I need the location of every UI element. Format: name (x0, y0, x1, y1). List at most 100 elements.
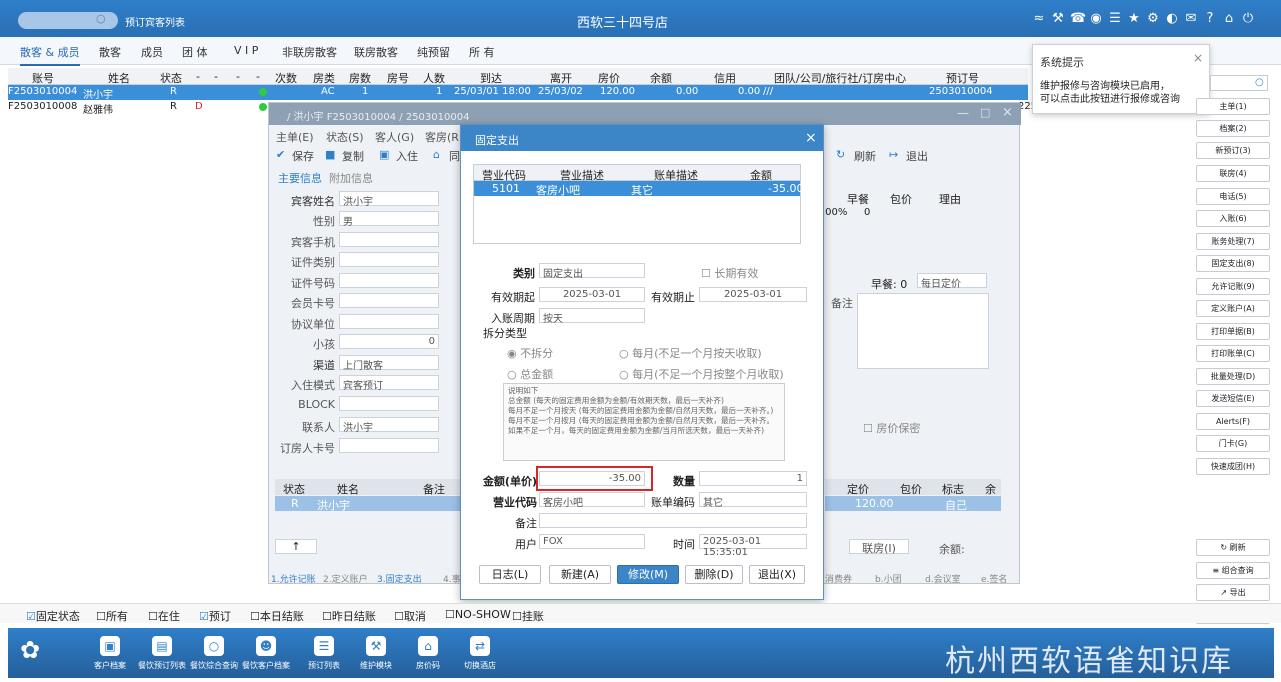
define-account-button[interactable]: 定义账户(A) (1196, 300, 1270, 317)
checkbox-cancel[interactable]: ☐取消 (394, 608, 426, 624)
col-header[interactable]: 离开 (550, 70, 572, 86)
member-card-select[interactable] (339, 293, 439, 308)
radio-monthly-by-day[interactable]: ○ 每月(不足一个月按天收取) (619, 345, 762, 361)
delete-button[interactable]: 删除(D) (685, 565, 743, 584)
close-icon[interactable]: × (1193, 51, 1203, 65)
home-icon[interactable]: ⌂ (1222, 12, 1236, 26)
same-button[interactable]: 同 (449, 148, 460, 164)
tab-group[interactable]: 团 体 (182, 44, 208, 60)
children-field[interactable]: 0 (339, 334, 439, 349)
fixed-charge-button[interactable]: 固定支出(8) (1196, 255, 1270, 272)
print-bill-button[interactable]: 打印账单(C) (1196, 345, 1270, 362)
launcher-rate-code[interactable]: ⌂ 房价码 (398, 636, 458, 671)
checkin-button[interactable]: 入住 (396, 148, 418, 164)
contact-field[interactable]: 洪小宇 (339, 417, 439, 434)
col-header[interactable]: 次数 (275, 70, 297, 86)
tab-members[interactable]: 成员 (141, 44, 163, 60)
members-row[interactable]: R 洪小宇 (275, 496, 461, 512)
col-header[interactable]: 余额 (650, 70, 672, 86)
menu-guest[interactable]: 客人(G) (375, 129, 414, 145)
tab-subgroup[interactable]: b.小团 (875, 572, 902, 585)
export-button[interactable]: ↗ 导出 (1196, 584, 1270, 601)
tab-all[interactable]: 所 有 (469, 44, 495, 60)
company-select[interactable] (339, 314, 439, 329)
exit-button[interactable]: 退出(X) (749, 565, 805, 584)
menu-room[interactable]: 客房(R (425, 129, 459, 145)
checkbox-in-house[interactable]: ☐在住 (148, 608, 180, 624)
tab-linked[interactable]: 联房散客 (354, 44, 398, 60)
radio-no-split[interactable]: ◉ 不拆分 (507, 345, 553, 361)
channel-select[interactable]: 上门散客 (339, 355, 439, 372)
booker-card-select[interactable] (339, 438, 439, 453)
copy-button[interactable]: 复制 (342, 148, 364, 164)
col-header[interactable]: 账号 (32, 70, 54, 86)
col-package[interactable]: 包价 (890, 191, 912, 207)
checkbox-fixed-status[interactable]: ☑固定状态 (26, 608, 80, 624)
help-icon[interactable]: ? (1203, 12, 1217, 26)
launcher-dining-customer[interactable]: ☻ 餐饮客户档案 (236, 636, 296, 671)
new-button[interactable]: 新建(A) (549, 565, 611, 584)
table-row[interactable]: 5101 客房小吧 其它 -35.00 (474, 181, 803, 197)
quantity-field[interactable]: 1 (699, 471, 807, 486)
mobile-field[interactable] (339, 232, 439, 247)
col-breakfast[interactable]: 早餐 (847, 191, 869, 207)
tab-meeting[interactable]: d.会议室 (925, 572, 961, 585)
daily-rate-button[interactable]: 每日定价 (917, 273, 987, 290)
cycle-select[interactable]: 按天 (539, 308, 645, 325)
minimize-icon[interactable]: — (957, 106, 969, 120)
tab-define-account[interactable]: 2.定义账户 (323, 572, 368, 585)
star-icon[interactable]: ★ (1127, 12, 1141, 26)
tab-reserve-only[interactable]: 纯预留 (417, 44, 450, 60)
post-button[interactable]: 入账(6) (1196, 210, 1270, 227)
phone-icon[interactable]: ☎ (1070, 12, 1086, 26)
col-header[interactable]: 到达 (480, 70, 502, 86)
refresh-button[interactable]: ↻ 刷新 (1196, 539, 1270, 556)
bill-code-select[interactable]: 其它 (699, 492, 807, 509)
power-icon[interactable]: ⏻ (1241, 12, 1255, 26)
radio-total[interactable]: ○ 总金额 (507, 366, 553, 382)
tab-fit-members[interactable]: 散客 & 成员 (20, 44, 80, 66)
up-arrow-button[interactable]: ↑ (275, 539, 317, 554)
main-bill-button[interactable]: 主单(1) (1196, 98, 1270, 115)
palette-icon[interactable]: ◉ (1089, 12, 1103, 26)
col-header[interactable]: - (256, 70, 260, 83)
quick-group-button[interactable]: 快速成团(H) (1196, 458, 1270, 475)
block-select[interactable] (339, 396, 439, 411)
mail-icon[interactable]: ✉ (1184, 12, 1198, 26)
col-header[interactable]: - (196, 70, 200, 83)
wifi-icon[interactable]: ≈ (1032, 12, 1046, 26)
close-icon[interactable]: × (1002, 105, 1013, 120)
launcher-customer-profile[interactable]: ▣ 客户档案 (80, 636, 140, 671)
col-header[interactable]: 房价 (598, 70, 620, 86)
col-header[interactable]: 姓名 (108, 70, 130, 86)
tab-non-linked[interactable]: 非联房散客 (282, 44, 337, 60)
launcher-dining-query[interactable]: ○ 餐饮综合查询 (184, 636, 244, 671)
col-header[interactable]: 状态 (160, 70, 182, 86)
col-header[interactable]: 房类 (313, 70, 335, 86)
end-date-field[interactable]: 2025-03-01 (699, 287, 807, 302)
search-icon[interactable]: ○ (96, 12, 106, 25)
gender-select[interactable]: 男 (339, 211, 439, 228)
combo-query-button[interactable]: ≡ 组合查询 (1196, 562, 1270, 579)
launcher-maintenance[interactable]: ⚒ 维护模块 (346, 636, 406, 671)
code-select[interactable]: 客房小吧 (539, 492, 645, 509)
app-grid-icon[interactable]: ✿ (20, 638, 40, 662)
checkbox-reserved[interactable]: ☑预订 (199, 608, 231, 624)
close-icon[interactable]: × (805, 130, 817, 146)
tab-fit[interactable]: 散客 (99, 44, 121, 60)
type-select[interactable]: 固定支出 (539, 263, 645, 280)
long-term-checkbox[interactable]: ☐ 长期有效 (701, 265, 758, 281)
alerts-button[interactable]: Alerts(F) (1196, 413, 1270, 430)
menu-main[interactable]: 主单(E) (276, 129, 314, 145)
guest-name-field[interactable]: 洪小宇 (339, 191, 439, 208)
col-header[interactable]: - (236, 70, 240, 83)
link-room-button[interactable]: 联房(4) (1196, 165, 1270, 182)
accounting-button[interactable]: 账务处理(7) (1196, 233, 1270, 250)
launcher-switch-hotel[interactable]: ⇄ 切换酒店 (450, 636, 510, 671)
start-date-field[interactable]: 2025-03-01 (539, 287, 645, 302)
tab-vip[interactable]: V I P (234, 44, 258, 57)
col-header[interactable]: 预订号 (946, 70, 979, 86)
checkin-mode-select[interactable]: 宾客预订 (339, 375, 439, 392)
remark-field[interactable] (857, 293, 989, 369)
id-number-field[interactable] (339, 273, 439, 288)
